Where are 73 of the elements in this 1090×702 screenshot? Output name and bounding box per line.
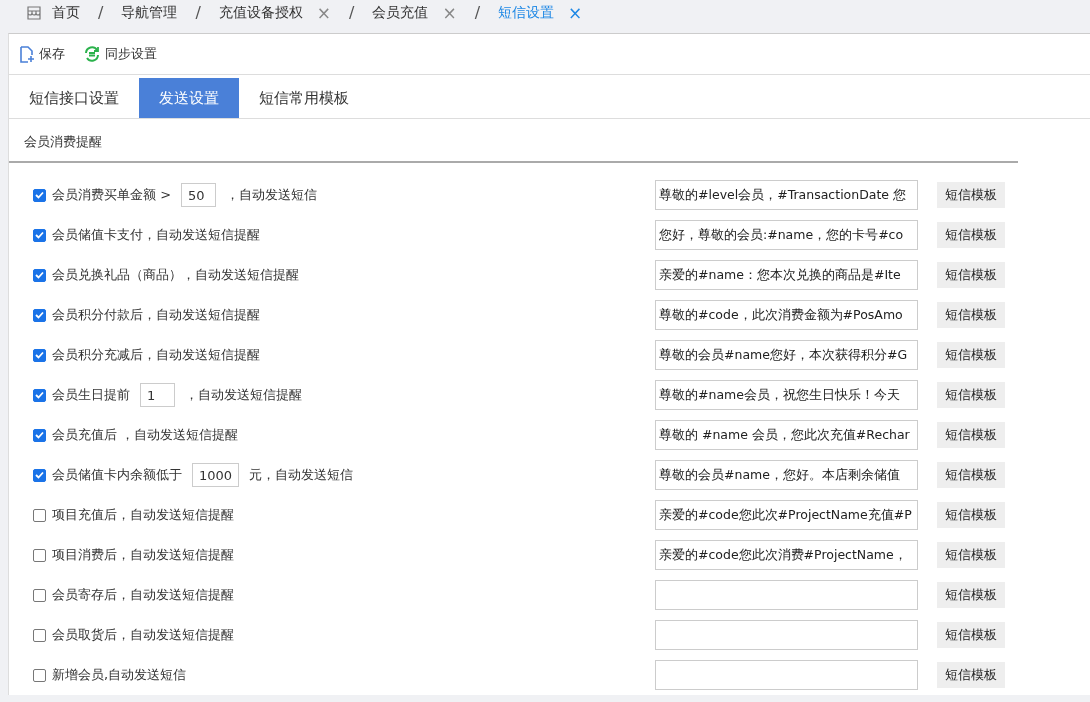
message-field[interactable]: 尊敬的会员#name，您好。本店剩余储值	[655, 460, 918, 490]
message-field[interactable]	[655, 620, 918, 650]
message-field[interactable]: 亲爱的#code您此次#ProjectName充值#P	[655, 500, 918, 530]
breadcrumb-separator: /	[98, 3, 104, 22]
breadcrumb-link[interactable]: 充值设备授权	[218, 3, 303, 22]
rule-label: 新增会员,自动发送短信	[52, 666, 187, 684]
template-button[interactable]: 短信模板	[937, 622, 1005, 648]
rule-label: ，自动发送短信提醒	[185, 386, 302, 404]
rule-label: 项目充值后，自动发送短信提醒	[52, 506, 234, 524]
message-field[interactable]: 亲爱的#name：您本次兑换的商品是#Ite	[655, 260, 918, 290]
value-field[interactable]: 1000	[192, 463, 240, 487]
rule-label: 会员积分付款后，自动发送短信提醒	[52, 306, 260, 324]
checkbox[interactable]	[33, 468, 46, 482]
checkbox[interactable]	[33, 548, 46, 562]
rule-label: 会员储值卡内余额低于	[52, 466, 182, 484]
checkbox[interactable]	[33, 268, 46, 282]
checkbox[interactable]	[33, 668, 46, 682]
template-button[interactable]: 短信模板	[937, 222, 1005, 248]
checkbox[interactable]	[33, 588, 46, 602]
checkbox[interactable]	[33, 308, 46, 322]
breadcrumb-link[interactable]: 会员充值	[372, 3, 429, 22]
message-field[interactable]: 亲爱的#code您此次消费#ProjectName，	[655, 540, 918, 570]
checkbox[interactable]	[33, 388, 46, 402]
message-field[interactable]: 尊敬的#code，此次消费金额为#PosAmo	[655, 300, 918, 330]
message-field[interactable]: 尊敬的#name会员，祝您生日快乐！今天	[655, 380, 918, 410]
rule-label: 会员充值后 ，自动发送短信提醒	[52, 426, 239, 444]
message-field[interactable]: 您好，尊敬的会员:#name，您的卡号#co	[655, 220, 918, 250]
template-button[interactable]: 短信模板	[937, 182, 1005, 208]
sync-icon	[83, 45, 101, 63]
rule-label: 会员兑换礼品（商品），自动发送短信提醒	[52, 266, 299, 284]
rule-label: 项目消费后，自动发送短信提醒	[52, 546, 234, 564]
template-button[interactable]: 短信模板	[937, 662, 1005, 688]
save-button[interactable]: 保存	[19, 45, 65, 63]
message-field[interactable]: 尊敬的会员#name您好，本次获得积分#G	[655, 340, 918, 370]
store-icon	[26, 4, 42, 21]
value-field[interactable]: 1	[140, 383, 175, 407]
template-button[interactable]: 短信模板	[937, 502, 1005, 528]
rule-label: 会员储值卡支付，自动发送短信提醒	[52, 226, 260, 244]
breadcrumb-separator: /	[349, 3, 355, 22]
checkbox[interactable]	[33, 628, 46, 642]
rule-label: 会员生日提前	[52, 386, 130, 404]
checkbox[interactable]	[33, 228, 46, 242]
value-field[interactable]: 50	[181, 183, 217, 207]
message-field[interactable]	[655, 660, 918, 690]
message-field[interactable]	[655, 580, 918, 610]
template-button[interactable]: 短信模板	[937, 582, 1005, 608]
message-field[interactable]: 尊敬的 #name 会员，您此次充值#Rechar	[655, 420, 918, 450]
rule-label: 会员寄存后，自动发送短信提醒	[52, 586, 234, 604]
rule-label: 会员消费买单金额 >	[52, 186, 172, 204]
tab[interactable]: 发送设置	[139, 78, 239, 118]
message-field[interactable]: 尊敬的#level会员，#TransactionDate 您	[655, 180, 918, 210]
rule-label: ，自动发送短信	[226, 186, 318, 204]
rule-label: 元，自动发送短信	[249, 466, 354, 484]
rule-label: 会员积分充减后，自动发送短信提醒	[52, 346, 260, 364]
template-button[interactable]: 短信模板	[937, 342, 1005, 368]
breadcrumb-separator: /	[195, 3, 201, 22]
breadcrumb-link[interactable]: 导航管理	[121, 3, 178, 22]
template-button[interactable]: 短信模板	[937, 462, 1005, 488]
breadcrumb-link[interactable]: 首页	[52, 3, 80, 22]
template-button[interactable]: 短信模板	[937, 382, 1005, 408]
file-add-icon	[19, 45, 35, 63]
sync-button[interactable]: 同步设置	[83, 45, 157, 63]
checkbox[interactable]	[33, 348, 46, 362]
rule-label: 会员取货后，自动发送短信提醒	[52, 626, 234, 644]
template-button[interactable]: 短信模板	[937, 422, 1005, 448]
checkbox[interactable]	[33, 428, 46, 442]
checkbox[interactable]	[33, 188, 46, 202]
template-button[interactable]: 短信模板	[937, 262, 1005, 288]
template-button[interactable]: 短信模板	[937, 542, 1005, 568]
section-title: 会员消费提醒	[9, 119, 1018, 163]
breadcrumb-separator: /	[474, 3, 481, 22]
checkbox[interactable]	[33, 508, 46, 522]
template-button[interactable]: 短信模板	[937, 302, 1005, 328]
